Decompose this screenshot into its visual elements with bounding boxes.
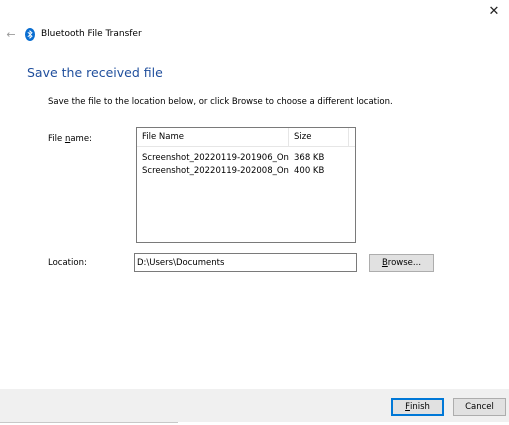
file-name-label: File name: [48,134,92,144]
file-row-name: Screenshot_20220119-202008_One ... [142,165,289,176]
cancel-button[interactable]: Cancel [453,398,506,416]
finish-button[interactable]: Finish [391,398,444,416]
bluetooth-icon [25,27,35,41]
file-row-name: Screenshot_20220119-201906_One ... [142,152,289,163]
page-heading: Save the received file [27,65,163,80]
location-field[interactable]: D:\Users\Documents [134,253,357,272]
column-header-size[interactable]: Size [289,128,349,146]
file-list-header: File Name Size [137,128,355,147]
close-button[interactable]: ✕ [479,0,509,22]
bluetooth-file-transfer-window: ✕ ← Bluetooth File Transfer Save the rec… [0,0,509,425]
file-row-size: 400 KB [294,165,325,176]
location-label: Location: [48,258,87,268]
divider [0,422,178,423]
back-arrow-icon[interactable]: ← [4,27,18,41]
browse-button[interactable]: Browse... [369,254,434,272]
file-row[interactable]: Screenshot_20220119-202008_One ... 400 K… [137,164,355,177]
column-header-file-name[interactable]: File Name [137,128,289,146]
file-row[interactable]: Screenshot_20220119-201906_One ... 368 K… [137,151,355,164]
close-icon: ✕ [488,3,500,19]
instructions-text: Save the file to the location below, or … [48,97,393,107]
file-list[interactable]: File Name Size Screenshot_20220119-20190… [136,127,356,243]
titlebar: ← Bluetooth File Transfer [4,26,142,42]
window-title: Bluetooth File Transfer [41,29,142,39]
file-row-size: 368 KB [294,152,325,163]
